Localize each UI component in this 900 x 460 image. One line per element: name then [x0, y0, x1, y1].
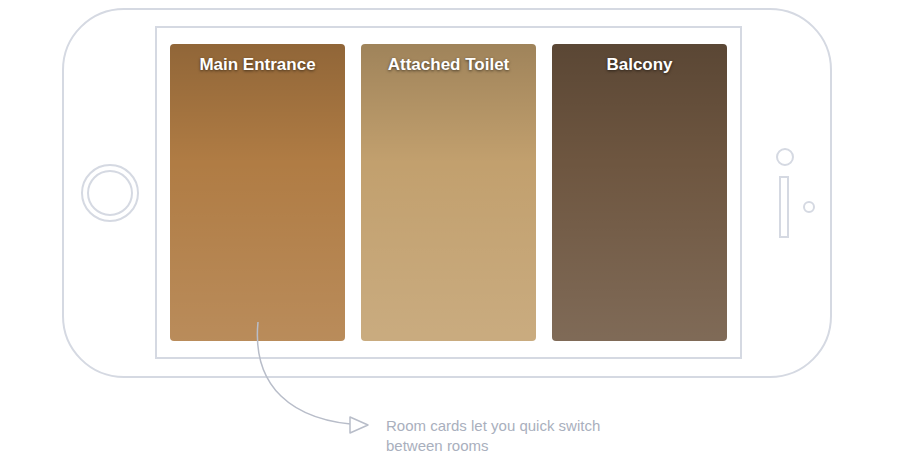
home-button-ring-icon [87, 170, 133, 216]
caption-line: between rooms [386, 436, 900, 456]
room-card-title: Attached Toilet [388, 54, 510, 341]
annotation-caption: Room cards let you quick switchbetween r… [386, 416, 900, 456]
phone-frame: Main Entrance Attached Toilet Balcony [62, 8, 832, 378]
phone-right-side [742, 26, 828, 359]
page: Main Entrance Attached Toilet Balcony Room … [0, 0, 900, 460]
camera-icon [776, 148, 794, 166]
room-card[interactable]: Main Entrance [170, 44, 345, 341]
caption-line: Room cards let you quick switch [386, 416, 900, 436]
room-card[interactable]: Attached Toilet [361, 44, 536, 341]
sensor-row [779, 176, 815, 238]
room-card-title: Main Entrance [199, 54, 315, 341]
speaker-slot-icon [779, 176, 789, 238]
room-card[interactable]: Balcony [552, 44, 727, 341]
sensor-icon [803, 201, 815, 213]
phone-left-side [64, 26, 155, 359]
annotation-arrow-icon [0, 0, 900, 460]
room-card-title: Balcony [606, 54, 672, 341]
home-button-icon [81, 164, 139, 222]
phone-screen: Main Entrance Attached Toilet Balcony [155, 26, 742, 359]
